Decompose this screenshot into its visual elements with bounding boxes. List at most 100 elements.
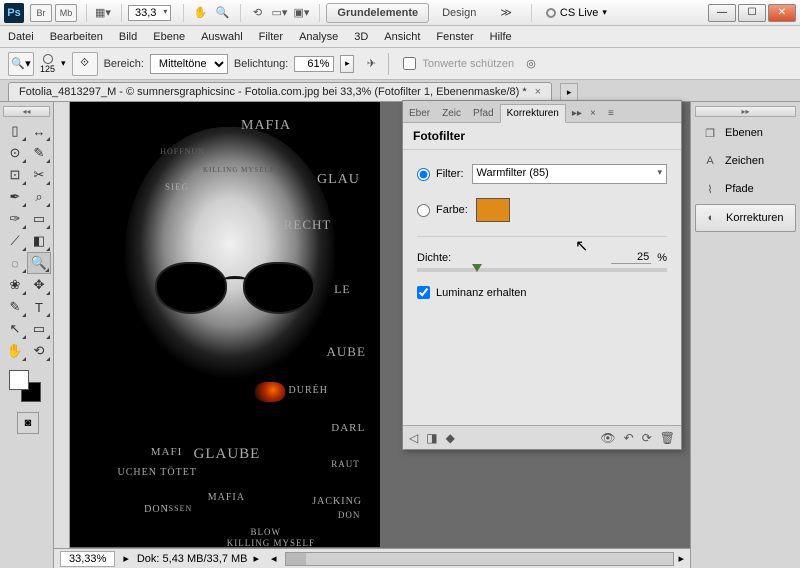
- dock-ebenen[interactable]: ❐Ebenen: [695, 120, 796, 146]
- chevron-right-icon[interactable]: ▸: [123, 552, 129, 565]
- tool-1[interactable]: ↔: [27, 120, 51, 142]
- protect-tones-checkbox[interactable]: [403, 57, 416, 70]
- density-slider[interactable]: [417, 268, 667, 272]
- range-select[interactable]: Mitteltöne: [150, 54, 228, 74]
- tool-5[interactable]: ✂: [27, 164, 51, 186]
- foreground-color[interactable]: [9, 370, 29, 390]
- menu-ebene[interactable]: Ebene: [153, 31, 185, 43]
- menu-bild[interactable]: Bild: [119, 31, 137, 43]
- h-scrollbar[interactable]: [285, 552, 675, 566]
- luminance-checkbox[interactable]: [417, 286, 430, 299]
- color-swatches[interactable]: [9, 370, 45, 406]
- panel-tab-eber[interactable]: Eber: [403, 105, 436, 122]
- tool-19[interactable]: ▭: [27, 318, 51, 340]
- workspace-more[interactable]: ≫: [489, 2, 523, 23]
- zoom-level-dropdown[interactable]: 33,3: [128, 5, 171, 21]
- exposure-label: Belichtung:: [234, 58, 288, 70]
- bridge-icon[interactable]: Br: [30, 4, 52, 22]
- pressure-icon[interactable]: ◎: [520, 53, 542, 75]
- tool-14[interactable]: ❀: [3, 274, 27, 296]
- prev-icon[interactable]: ↶: [624, 431, 634, 445]
- tool-0[interactable]: ▯: [3, 120, 27, 142]
- dock-pfade[interactable]: ⌇Pfade: [695, 176, 796, 202]
- tool-20[interactable]: ✋: [3, 340, 27, 362]
- tool-15[interactable]: ✥: [27, 274, 51, 296]
- exposure-value[interactable]: 61%: [294, 56, 334, 72]
- screen-mode-icon[interactable]: ▣▾: [291, 4, 311, 22]
- menu-ansicht[interactable]: Ansicht: [384, 31, 420, 43]
- trash-icon[interactable]: 🗑: [660, 431, 675, 445]
- arrange-icon[interactable]: ▭▾: [269, 4, 289, 22]
- brush-panel-icon[interactable]: ⟐: [72, 52, 98, 76]
- color-radio[interactable]: [417, 204, 430, 217]
- filter-select[interactable]: Warmfilter (85): [472, 164, 668, 184]
- tool-10[interactable]: ⟋: [3, 230, 27, 252]
- panel-footer: ◁ ◨ ◆ 👁 ↶ ⟳ 🗑: [403, 425, 681, 449]
- color-swatch[interactable]: [476, 198, 510, 222]
- tab-nav-right[interactable]: ▸: [560, 83, 578, 101]
- brush-size-value[interactable]: 125: [40, 64, 55, 74]
- tool-9[interactable]: ▭: [27, 208, 51, 230]
- document-tab[interactable]: Fotolia_4813297_M - © sumnersgraphicsinc…: [8, 82, 552, 101]
- tool-2[interactable]: ⊙: [3, 142, 27, 164]
- tool-21[interactable]: ⟲: [27, 340, 51, 362]
- tool-12[interactable]: ◌: [3, 252, 27, 274]
- tool-17[interactable]: T: [27, 296, 51, 318]
- luminance-label: Luminanz erhalten: [436, 287, 527, 299]
- panel-ctrl[interactable]: ×: [584, 105, 602, 122]
- close-button[interactable]: ✕: [768, 4, 796, 22]
- layer-icon[interactable]: ◨: [426, 431, 437, 445]
- status-dock: Dok: 5,43 MB/33,7 MB: [137, 553, 248, 565]
- dock-zeichen[interactable]: AZeichen: [695, 148, 796, 174]
- workspace-design[interactable]: Design: [431, 3, 487, 23]
- panel-tab-korrekturen[interactable]: Korrekturen: [500, 104, 566, 123]
- maximize-button[interactable]: ☐: [738, 4, 766, 22]
- reset-icon[interactable]: ⟳: [642, 431, 652, 445]
- menu-filter[interactable]: Filter: [259, 31, 283, 43]
- workspace-essentials[interactable]: Grundelemente: [326, 3, 429, 23]
- menu-hilfe[interactable]: Hilfe: [490, 31, 512, 43]
- tool-13[interactable]: 🔍: [27, 252, 51, 274]
- rotate-view-icon[interactable]: ⟲: [247, 4, 267, 22]
- view-extras-icon[interactable]: ▦▾: [93, 4, 113, 22]
- back-icon[interactable]: ◁: [409, 431, 418, 445]
- current-tool-icon[interactable]: 🔍▾: [8, 52, 34, 76]
- menubar: Datei Bearbeiten Bild Ebene Auswahl Filter Ana…: [0, 26, 800, 48]
- density-unit: %: [657, 252, 667, 264]
- toolbox-collapse[interactable]: ◂◂: [3, 106, 50, 117]
- menu-datei[interactable]: Datei: [8, 31, 34, 43]
- status-zoom[interactable]: 33,33%: [60, 551, 115, 567]
- minimize-button[interactable]: —: [708, 4, 736, 22]
- tool-18[interactable]: ↖: [3, 318, 27, 340]
- panel-tab-zeic[interactable]: Zeic: [436, 105, 467, 122]
- dock-collapse[interactable]: ▸▸: [695, 106, 796, 117]
- zoom-tool-icon[interactable]: 🔍: [212, 4, 232, 22]
- close-tab-icon[interactable]: ×: [535, 86, 541, 98]
- panel-ctrl[interactable]: ≡: [602, 105, 620, 122]
- panel-tab-pfad[interactable]: Pfad: [467, 105, 500, 122]
- tool-6[interactable]: ✒: [3, 186, 27, 208]
- filter-radio[interactable]: [417, 168, 430, 181]
- menu-fenster[interactable]: Fenster: [436, 31, 473, 43]
- minibridge-icon[interactable]: Mb: [55, 4, 77, 22]
- menu-bearbeiten[interactable]: Bearbeiten: [50, 31, 103, 43]
- cslive-button[interactable]: CS Live▾: [546, 7, 607, 19]
- panel-ctrl[interactable]: ▸▸: [566, 105, 584, 122]
- eye-icon[interactable]: 👁: [600, 431, 615, 445]
- exposure-arrow[interactable]: ▸: [340, 55, 354, 73]
- tool-4[interactable]: ⊡: [3, 164, 27, 186]
- hand-tool-icon[interactable]: ✋: [190, 4, 210, 22]
- menu-auswahl[interactable]: Auswahl: [201, 31, 243, 43]
- clip-icon[interactable]: ◆: [446, 431, 455, 445]
- dock-korrekturen[interactable]: ◐Korrekturen: [695, 204, 796, 232]
- tool-7[interactable]: ⌕: [27, 186, 51, 208]
- tool-16[interactable]: ✎: [3, 296, 27, 318]
- quickmask-icon[interactable]: ◙: [17, 412, 39, 434]
- tool-8[interactable]: ✑: [3, 208, 27, 230]
- menu-analyse[interactable]: Analyse: [299, 31, 338, 43]
- airbrush-icon[interactable]: ✈: [360, 53, 382, 75]
- tool-3[interactable]: ✎: [27, 142, 51, 164]
- tool-11[interactable]: ◧: [27, 230, 51, 252]
- density-value[interactable]: 25: [611, 251, 651, 264]
- menu-3d[interactable]: 3D: [354, 31, 368, 43]
